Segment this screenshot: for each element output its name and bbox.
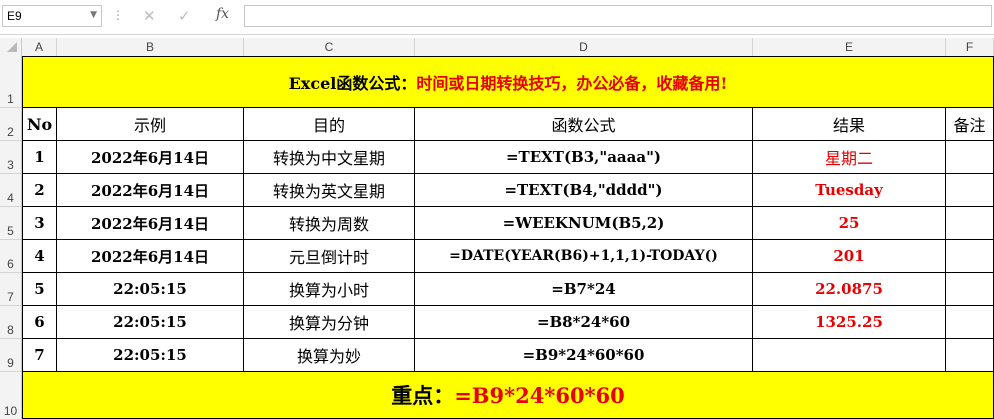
- cell-note[interactable]: [946, 306, 994, 339]
- cell-example[interactable]: 22:05:15: [57, 339, 244, 372]
- row-header-4[interactable]: 4: [0, 174, 22, 207]
- cell-no[interactable]: 2: [22, 174, 57, 207]
- header-note[interactable]: 备注: [946, 108, 994, 141]
- cell-no[interactable]: 1: [22, 141, 57, 174]
- cell-example[interactable]: 2022年6月14日: [57, 207, 244, 240]
- cell-formula[interactable]: =B9*24*60*60: [415, 339, 753, 372]
- title-cell[interactable]: Excel函数公式： 时间或日期转换技巧，办公必备，收藏备用!: [22, 56, 994, 108]
- row-header-5[interactable]: 5: [0, 207, 22, 240]
- row-header-2[interactable]: 2: [0, 108, 22, 141]
- cell-result[interactable]: 1325.25: [753, 306, 946, 339]
- title-prefix: Excel函数公式：: [288, 74, 417, 93]
- cell-note[interactable]: [946, 207, 994, 240]
- name-box[interactable]: E9 ▼: [2, 5, 102, 27]
- footer-value: =B9*24*60*60: [454, 382, 625, 408]
- cell-note[interactable]: [946, 273, 994, 306]
- column-header-b[interactable]: B: [57, 38, 244, 56]
- header-purpose[interactable]: 目的: [244, 108, 415, 141]
- cell-no[interactable]: 4: [22, 240, 57, 273]
- cell-purpose[interactable]: 换算为小时: [244, 273, 415, 306]
- chevron-down-icon[interactable]: ▼: [90, 10, 97, 20]
- cell-no[interactable]: 7: [22, 339, 57, 372]
- cell-purpose[interactable]: 元旦倒计时: [244, 240, 415, 273]
- grip-dots-icon: ⋮: [112, 8, 124, 22]
- cell-result[interactable]: 201: [753, 240, 946, 273]
- cell-formula[interactable]: =B7*24: [415, 273, 753, 306]
- cell-note[interactable]: [946, 339, 994, 372]
- cell-note[interactable]: [946, 141, 994, 174]
- cell-result[interactable]: 星期二: [753, 141, 946, 174]
- cell-example[interactable]: 2022年6月14日: [57, 240, 244, 273]
- cell-no[interactable]: 5: [22, 273, 57, 306]
- row-header-1[interactable]: 1: [0, 56, 22, 108]
- column-header-e[interactable]: E: [753, 38, 946, 56]
- title-highlight: 时间或日期转换技巧，办公必备，收藏备用!: [416, 74, 728, 93]
- name-box-value: E9: [7, 9, 22, 23]
- insert-function-icon[interactable]: fx: [216, 6, 229, 22]
- column-header-c[interactable]: C: [244, 38, 415, 56]
- select-all-corner[interactable]: [0, 38, 22, 56]
- header-no[interactable]: No: [22, 108, 57, 141]
- cell-example[interactable]: 22:05:15: [57, 273, 244, 306]
- header-result[interactable]: 结果: [753, 108, 946, 141]
- footer-label: 重点：: [391, 383, 455, 408]
- cell-example[interactable]: 2022年6月14日: [57, 174, 244, 207]
- column-header-d[interactable]: D: [415, 38, 753, 56]
- footer-cell[interactable]: 重点： =B9*24*60*60: [22, 372, 994, 419]
- header-formula[interactable]: 函数公式: [415, 108, 753, 141]
- cell-result[interactable]: 22.0875: [753, 273, 946, 306]
- cell-no[interactable]: 3: [22, 207, 57, 240]
- cell-note[interactable]: [946, 240, 994, 273]
- cell-formula[interactable]: =TEXT(B3,"aaaa"): [415, 141, 753, 174]
- header-example[interactable]: 示例: [57, 108, 244, 141]
- cell-no[interactable]: 6: [22, 306, 57, 339]
- column-header-a[interactable]: A: [22, 38, 57, 56]
- cell-note[interactable]: [946, 174, 994, 207]
- cell-example[interactable]: 22:05:15: [57, 306, 244, 339]
- cell-formula[interactable]: =DATE(YEAR(B6)+1,1,1)-TODAY(): [415, 240, 753, 273]
- cell-purpose[interactable]: 转换为周数: [244, 207, 415, 240]
- column-headers: A B C D E F: [0, 38, 994, 57]
- cell-purpose[interactable]: 转换为英文星期: [244, 174, 415, 207]
- row-header-8[interactable]: 8: [0, 306, 22, 339]
- formula-input[interactable]: [244, 5, 992, 27]
- select-all-icon: [7, 42, 17, 52]
- cell-formula[interactable]: =WEEKNUM(B5,2): [415, 207, 753, 240]
- cell-purpose[interactable]: 换算为分钟: [244, 306, 415, 339]
- cell-purpose[interactable]: 换算为妙: [244, 339, 415, 372]
- row-header-9[interactable]: 9: [0, 339, 22, 372]
- row-header-7[interactable]: 7: [0, 273, 22, 306]
- column-header-f[interactable]: F: [946, 38, 994, 56]
- cell-result[interactable]: [753, 339, 946, 372]
- cell-example[interactable]: 2022年6月14日: [57, 141, 244, 174]
- row-header-3[interactable]: 3: [0, 141, 22, 174]
- cell-purpose[interactable]: 转换为中文星期: [244, 141, 415, 174]
- cell-formula[interactable]: =B8*24*60: [415, 306, 753, 339]
- cell-result[interactable]: 25: [753, 207, 946, 240]
- cancel-icon[interactable]: ✕: [143, 7, 156, 25]
- enter-icon[interactable]: ✓: [178, 7, 191, 25]
- formula-bar: E9 ▼ ⋮ ✕ ✓ fx: [0, 0, 994, 35]
- row-header-6[interactable]: 6: [0, 240, 22, 273]
- row-header-10[interactable]: 10: [0, 372, 22, 419]
- cell-formula[interactable]: =TEXT(B4,"dddd"): [415, 174, 753, 207]
- cell-result[interactable]: Tuesday: [753, 174, 946, 207]
